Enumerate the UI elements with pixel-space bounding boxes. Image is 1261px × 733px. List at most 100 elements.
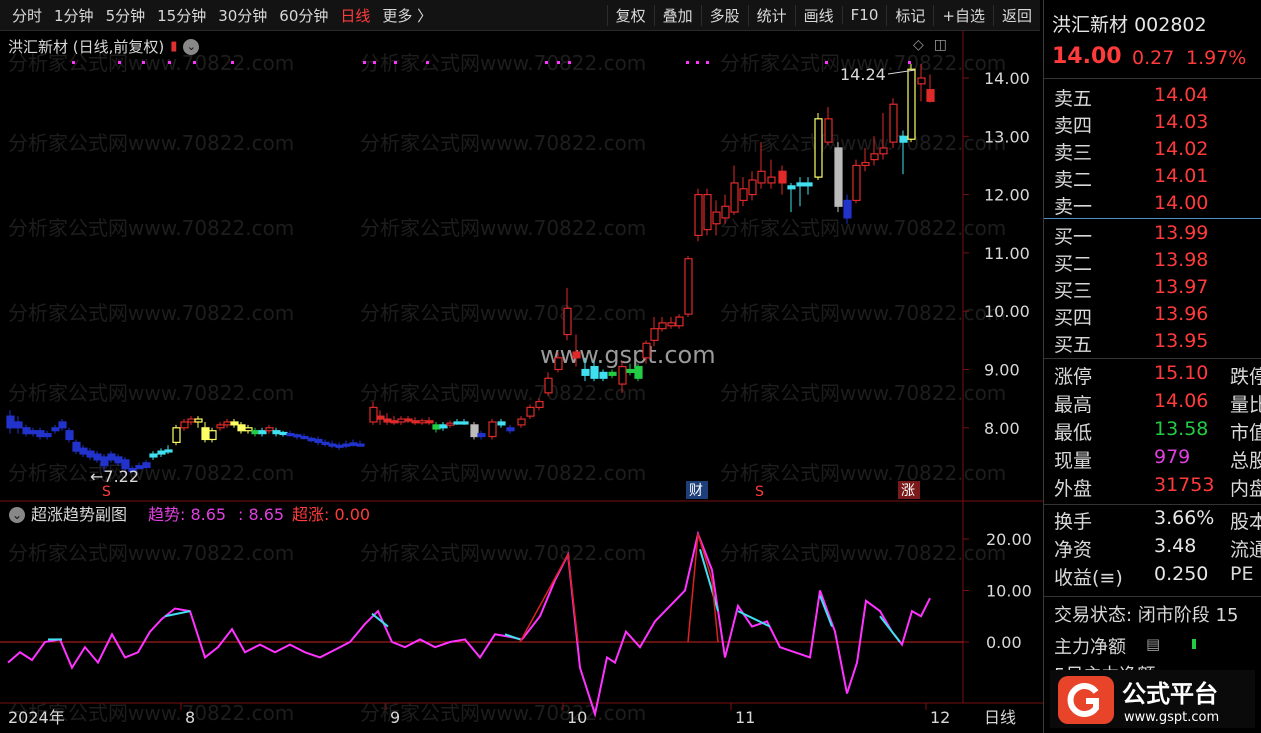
candle-body xyxy=(907,68,916,140)
trend-cyan-segment xyxy=(819,595,833,627)
stat-row: 最高 14.06 量比 xyxy=(1044,390,1261,417)
kline-chart[interactable]: 分析家公式网www.70822.com 分析家公式网www.70822.com 分析… xyxy=(0,0,1043,733)
watermark-text: 分析家公式网www.70822.com xyxy=(8,216,294,240)
watermark-text: 分析家公式网www.70822.com xyxy=(360,461,646,485)
signal-dot xyxy=(168,61,171,64)
candle-body xyxy=(870,153,879,161)
candle-body xyxy=(497,421,506,426)
trend-cyan-segment xyxy=(879,615,901,643)
stat-side-label: 跌停 xyxy=(1230,366,1261,388)
ask-row[interactable]: 卖四 14.03 xyxy=(1044,111,1261,138)
signal-dot xyxy=(686,61,689,64)
candle-body xyxy=(342,443,351,447)
candle-body xyxy=(286,433,295,437)
candle-body xyxy=(446,422,455,426)
stat-label: 涨停 xyxy=(1054,366,1093,388)
trade-status-text: 交易状态: 闭市阶段 15 xyxy=(1054,605,1239,626)
signal-dot xyxy=(193,61,196,64)
stat-row: 收益(≡) 0.250 PE xyxy=(1044,563,1261,590)
list-icon[interactable]: ▤ xyxy=(1146,635,1160,653)
chevron-down-icon[interactable]: ⌄ xyxy=(183,38,200,55)
signal-dot xyxy=(557,61,560,64)
signal-dot xyxy=(72,61,75,64)
candle-body xyxy=(230,421,239,426)
stat-value: 31753 xyxy=(1154,474,1215,496)
diamond-icon[interactable]: ◇ xyxy=(913,37,924,53)
event-marker-report: 财 xyxy=(689,483,703,499)
candle-body xyxy=(730,182,739,213)
bid-row[interactable]: 买二 13.98 xyxy=(1044,249,1261,276)
candle-body xyxy=(79,447,88,455)
bid-price: 13.96 xyxy=(1154,303,1209,325)
candle-body xyxy=(172,427,181,443)
chart-corner-icons: ◇ ◫ xyxy=(913,37,947,53)
quote-panel: 洪汇新材 002802 14.00 0.27 1.97% 卖五 14.04 卖四 14… xyxy=(1043,0,1261,733)
logo-brand: 公式平台 xyxy=(1122,680,1218,708)
watermark-text: 分析家公式网www.70822.com xyxy=(720,131,1006,155)
time-axis-label: 2024年 xyxy=(8,708,65,727)
ask-row[interactable]: 卖二 14.01 xyxy=(1044,165,1261,192)
candle-body xyxy=(814,118,823,178)
bid-label: 买三 xyxy=(1054,280,1093,302)
candle-body xyxy=(879,147,888,155)
price-tick-label: 9.00 xyxy=(984,361,1020,380)
stat-row: 最低 13.58 市值 xyxy=(1044,418,1261,445)
candle-body xyxy=(843,199,852,219)
stat-label: 最低 xyxy=(1054,422,1093,444)
divider xyxy=(1044,358,1261,359)
ask-row[interactable]: 卖三 14.02 xyxy=(1044,138,1261,165)
price-tick-label: 10.00 xyxy=(984,302,1030,321)
stat-label: 外盘 xyxy=(1054,478,1093,500)
candle-body xyxy=(535,400,544,408)
ask-row[interactable]: 卖五 14.04 xyxy=(1044,84,1261,111)
candle-body xyxy=(157,450,166,455)
bid-row[interactable]: 买四 13.96 xyxy=(1044,303,1261,330)
ask-price: 14.04 xyxy=(1154,84,1209,106)
candle-body xyxy=(258,430,267,435)
candle-body xyxy=(335,444,344,448)
candle-body xyxy=(279,431,288,436)
candle-body xyxy=(572,351,581,359)
watermark-text: 分析家公式网www.70822.com xyxy=(360,541,646,565)
stat-value: 979 xyxy=(1154,446,1191,468)
stat-side-label: 总股 xyxy=(1230,450,1261,472)
stat-row: 换手 3.66% 股本 xyxy=(1044,507,1261,534)
candle-body xyxy=(824,118,833,143)
candle-body xyxy=(684,258,693,315)
bid-price: 13.95 xyxy=(1154,330,1209,352)
candle-body xyxy=(411,420,420,424)
watermark-text: 分析家公式网www.70822.com xyxy=(360,381,646,405)
signal-dot xyxy=(908,61,911,64)
surge-label: 超涨: 0.00 xyxy=(292,505,370,524)
candle-body xyxy=(142,462,151,469)
stat-value: 3.48 xyxy=(1154,535,1197,557)
main-chart-title: 洪汇新材 (日线,前复权) ▮ ⌄ xyxy=(8,36,200,57)
watermark-text: 分析家公式网www.70822.com xyxy=(360,701,646,725)
candle-body xyxy=(36,430,45,438)
panel-toggle-icon[interactable]: ◫ xyxy=(934,37,947,53)
sub-tick-label: 0.00 xyxy=(986,633,1022,652)
candle-body xyxy=(581,368,590,376)
candle-body xyxy=(889,103,898,143)
candle-body xyxy=(397,418,406,423)
signal-dot xyxy=(568,61,571,64)
watermark-text: 分析家公式网www.70822.com xyxy=(720,381,1006,405)
candle-body xyxy=(14,421,23,429)
bid-row[interactable]: 买五 13.95 xyxy=(1044,330,1261,357)
watermark-text: 分析家公式网www.70822.com xyxy=(720,461,1006,485)
watermark-text: 分析家公式网www.70822.com xyxy=(360,216,646,240)
ask-row[interactable]: 卖一 14.00 xyxy=(1044,192,1261,219)
chart-title-text: 洪汇新材 (日线,前复权) xyxy=(8,38,165,56)
candle-body xyxy=(187,418,196,423)
bid-row[interactable]: 买一 13.99 xyxy=(1044,222,1261,249)
stat-side-label: PE xyxy=(1230,563,1254,585)
candle-body xyxy=(703,194,712,231)
candle-body xyxy=(634,365,643,379)
bid-price: 13.98 xyxy=(1154,249,1209,271)
candle-body xyxy=(376,415,385,420)
watermark-text: 分析家公式网www.70822.com xyxy=(8,301,294,325)
candle-body xyxy=(72,441,81,452)
bid-row[interactable]: 买三 13.97 xyxy=(1044,276,1261,303)
ask-label: 卖一 xyxy=(1054,196,1093,218)
ask-price: 14.03 xyxy=(1154,111,1209,133)
